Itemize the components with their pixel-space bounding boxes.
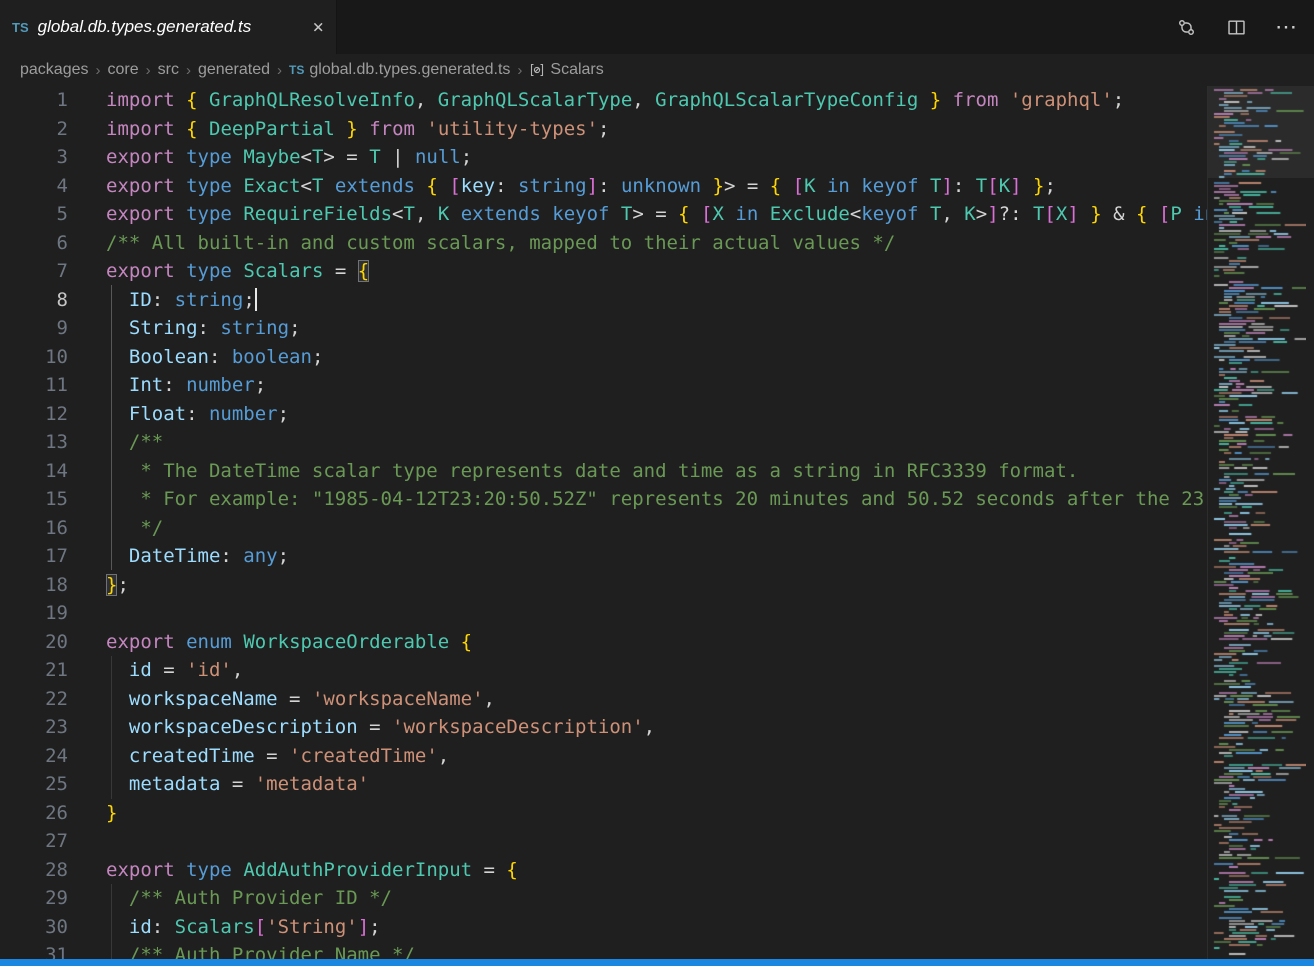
minimap-canvas[interactable]	[1212, 88, 1306, 957]
line-number[interactable]: 7	[0, 257, 68, 286]
code-area[interactable]: 1import { GraphQLResolveInfo, GraphQLSca…	[0, 86, 1208, 959]
line-number[interactable]: 12	[0, 400, 68, 429]
code-line[interactable]: 7export type Scalars = {	[0, 257, 1208, 286]
code-line[interactable]: 8 ID: string;	[0, 286, 1208, 315]
line-number[interactable]: 11	[0, 371, 68, 400]
line-number[interactable]: 26	[0, 799, 68, 828]
line-number[interactable]: 20	[0, 628, 68, 657]
line-number[interactable]: 25	[0, 770, 68, 799]
code-line[interactable]: 16 */	[0, 514, 1208, 543]
more-actions-icon[interactable]: ⋯	[1274, 15, 1298, 39]
line-number[interactable]: 28	[0, 856, 68, 885]
line-number[interactable]: 21	[0, 656, 68, 685]
indent-guide	[111, 884, 112, 959]
code-line[interactable]: 12 Float: number;	[0, 400, 1208, 429]
minimap[interactable]	[1207, 86, 1314, 959]
text-cursor	[255, 288, 257, 311]
breadcrumb-item-symbol[interactable]: Scalars	[529, 61, 603, 79]
breadcrumb-item-file[interactable]: TS global.db.types.generated.ts	[289, 61, 510, 79]
typescript-file-icon: TS	[12, 20, 29, 35]
line-number[interactable]: 9	[0, 314, 68, 343]
code-line[interactable]: 1import { GraphQLResolveInfo, GraphQLSca…	[0, 86, 1208, 115]
line-number[interactable]: 17	[0, 542, 68, 571]
code-line[interactable]: 28export type AddAuthProviderInput = {	[0, 856, 1208, 885]
line-number[interactable]: 15	[0, 485, 68, 514]
breadcrumb-separator: ›	[146, 62, 151, 79]
line-number[interactable]: 16	[0, 514, 68, 543]
breadcrumb-separator: ›	[96, 62, 101, 79]
code-lines: 1import { GraphQLResolveInfo, GraphQLSca…	[0, 86, 1208, 959]
code-line[interactable]: 11 Int: number;	[0, 371, 1208, 400]
code-line[interactable]: 14 * The DateTime scalar type represents…	[0, 457, 1208, 486]
line-number[interactable]: 29	[0, 884, 68, 913]
code-line[interactable]: 10 Boolean: boolean;	[0, 343, 1208, 372]
code-line[interactable]: 31 /** Auth Provider Name */	[0, 941, 1208, 959]
line-number[interactable]: 19	[0, 599, 68, 628]
line-number[interactable]: 30	[0, 913, 68, 942]
code-line[interactable]: 6/** All built-in and custom scalars, ma…	[0, 229, 1208, 258]
code-line[interactable]: 3export type Maybe<T> = T | null;	[0, 143, 1208, 172]
line-number[interactable]: 5	[0, 200, 68, 229]
tab-title: global.db.types.generated.ts	[38, 17, 252, 37]
breadcrumb-item-core[interactable]: core	[108, 61, 139, 79]
line-number[interactable]: 31	[0, 941, 68, 959]
code-line[interactable]: 23 workspaceDescription = 'workspaceDesc…	[0, 713, 1208, 742]
line-number[interactable]: 2	[0, 115, 68, 144]
tab-bar: TS global.db.types.generated.ts × ⋯	[0, 0, 1314, 54]
code-line[interactable]: 13 /**	[0, 428, 1208, 457]
breadcrumb-item-packages[interactable]: packages	[20, 61, 89, 79]
line-number[interactable]: 4	[0, 172, 68, 201]
line-number[interactable]: 18	[0, 571, 68, 600]
code-line[interactable]: 22 workspaceName = 'workspaceName',	[0, 685, 1208, 714]
code-line[interactable]: 21 id = 'id',	[0, 656, 1208, 685]
line-number[interactable]: 3	[0, 143, 68, 172]
split-editor-icon[interactable]	[1224, 15, 1248, 39]
code-line[interactable]: 9 String: string;	[0, 314, 1208, 343]
line-number[interactable]: 27	[0, 827, 68, 856]
line-number[interactable]: 6	[0, 229, 68, 258]
editor-actions: ⋯	[1174, 0, 1314, 54]
line-number[interactable]: 22	[0, 685, 68, 714]
status-bar	[0, 959, 1314, 966]
code-line[interactable]: 20export enum WorkspaceOrderable {	[0, 628, 1208, 657]
editor[interactable]: 1import { GraphQLResolveInfo, GraphQLSca…	[0, 86, 1314, 959]
code-line[interactable]: 29 /** Auth Provider ID */	[0, 884, 1208, 913]
code-line[interactable]: 18};	[0, 571, 1208, 600]
code-line[interactable]: 26}	[0, 799, 1208, 828]
code-line[interactable]: 2import { DeepPartial } from 'utility-ty…	[0, 115, 1208, 144]
open-changes-icon[interactable]	[1174, 15, 1198, 39]
line-number[interactable]: 1	[0, 86, 68, 115]
indent-guide	[111, 285, 112, 570]
line-number[interactable]: 8	[0, 286, 68, 315]
symbol-icon	[529, 62, 545, 78]
breadcrumb: packages › core › src › generated › TS g…	[0, 54, 1314, 86]
breadcrumb-separator: ›	[517, 62, 522, 79]
close-tab-icon[interactable]: ×	[313, 18, 324, 37]
line-number[interactable]: 23	[0, 713, 68, 742]
code-line[interactable]: 30 id: Scalars['String'];	[0, 913, 1208, 942]
code-line[interactable]: 17 DateTime: any;	[0, 542, 1208, 571]
code-line[interactable]: 27	[0, 827, 1208, 856]
breadcrumb-separator: ›	[277, 62, 282, 79]
line-number[interactable]: 10	[0, 343, 68, 372]
tab-global-db-types-generated[interactable]: TS global.db.types.generated.ts ×	[0, 0, 337, 54]
typescript-file-icon: TS	[289, 63, 304, 77]
line-number[interactable]: 24	[0, 742, 68, 771]
indent-guide	[111, 656, 112, 799]
breadcrumb-separator: ›	[186, 62, 191, 79]
line-number[interactable]: 14	[0, 457, 68, 486]
line-number[interactable]: 13	[0, 428, 68, 457]
code-line[interactable]: 4export type Exact<T extends { [key: str…	[0, 172, 1208, 201]
breadcrumb-symbol-label: Scalars	[550, 61, 603, 79]
code-line[interactable]: 24 createdTime = 'createdTime',	[0, 742, 1208, 771]
code-line[interactable]: 25 metadata = 'metadata'	[0, 770, 1208, 799]
breadcrumb-item-generated[interactable]: generated	[198, 61, 270, 79]
code-line[interactable]: 19	[0, 599, 1208, 628]
code-line[interactable]: 15 * For example: "1985-04-12T23:20:50.5…	[0, 485, 1208, 514]
breadcrumb-file-label: global.db.types.generated.ts	[309, 61, 510, 79]
code-line[interactable]: 5export type RequireFields<T, K extends …	[0, 200, 1208, 229]
breadcrumb-item-src[interactable]: src	[158, 61, 179, 79]
